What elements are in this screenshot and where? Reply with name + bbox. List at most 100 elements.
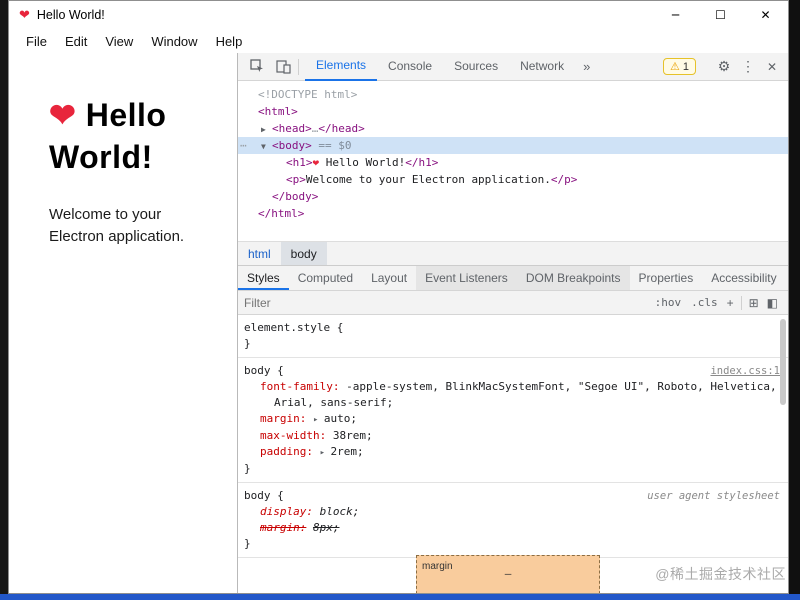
css-property[interactable]: margin: ▸ auto;: [244, 411, 780, 428]
css-property[interactable]: font-family: -apple-system, BlinkMacSyst…: [244, 379, 780, 411]
dom-token: == $0: [311, 139, 352, 152]
crumb-html[interactable]: html: [238, 242, 281, 265]
css-property-name[interactable]: margin:: [260, 412, 306, 425]
css-property[interactable]: padding: ▸ 2rem;: [244, 444, 780, 461]
tab-network[interactable]: Network: [509, 53, 575, 81]
taskbar-strip: [0, 594, 800, 600]
stylesheet-source-link[interactable]: index.css:1: [710, 363, 780, 379]
dom-tree-row[interactable]: <html>: [238, 103, 788, 120]
minimize-button[interactable]: ─: [653, 1, 698, 29]
css-property[interactable]: max-width: 38rem;: [244, 428, 780, 444]
rule-selector[interactable]: body: [244, 364, 271, 377]
warning-badge[interactable]: ⚠ 1: [663, 58, 696, 75]
menu-file[interactable]: File: [17, 34, 56, 49]
maximize-button[interactable]: ☐: [698, 1, 743, 29]
devtools-toolbar: Elements Console Sources Network » ⚠ 1 ⚙ …: [238, 53, 788, 81]
watermark: @稀土掘金技术社区: [655, 566, 786, 582]
tab-dom-breakpoints[interactable]: DOM Breakpoints: [516, 266, 630, 290]
tab-layout[interactable]: Layout: [362, 266, 416, 290]
styles-filter-bar: :hov .cls + ⊞ ◧: [238, 291, 788, 315]
css-property-name[interactable]: max-width:: [260, 429, 326, 442]
window-controls: ─ ☐ ✕: [653, 1, 788, 29]
heart-emoji: ❤: [49, 97, 77, 133]
devtools-close-icon[interactable]: ✕: [760, 60, 784, 74]
dom-token: <html>: [258, 105, 298, 118]
dom-token: <body>: [272, 139, 312, 152]
dom-token: <p>: [286, 173, 306, 186]
css-property-name[interactable]: display:: [260, 505, 313, 518]
stylesheet-source-link[interactable]: user agent stylesheet: [647, 488, 780, 504]
shorthand-expand-icon[interactable]: ▸: [313, 415, 324, 425]
menu-view[interactable]: View: [96, 34, 142, 49]
kebab-menu-icon[interactable]: ⋮: [736, 58, 760, 75]
css-property-value[interactable]: -apple-system, BlinkMacSystemFont, "Sego…: [274, 380, 777, 409]
menu-help[interactable]: Help: [207, 34, 252, 49]
dom-token: <h1>: [286, 156, 313, 169]
css-property-value[interactable]: auto;: [324, 412, 357, 425]
dom-token: <!DOCTYPE html>: [258, 88, 358, 101]
dom-tree-row[interactable]: </body>: [238, 188, 788, 205]
screen: ❤ Hello World! ─ ☐ ✕ File Edit View Wind…: [0, 0, 800, 600]
class-toggle[interactable]: .cls: [686, 296, 723, 309]
dom-tree-row[interactable]: <p>Welcome to your Electron application.…: [238, 171, 788, 188]
css-property-value[interactable]: 38rem;: [333, 429, 373, 442]
styles-scrollbar[interactable]: [780, 319, 786, 405]
tab-sources[interactable]: Sources: [443, 53, 509, 81]
dom-token: </h1>: [405, 156, 439, 169]
dom-tree-row[interactable]: ▶ <head>…</head>: [238, 120, 788, 137]
new-style-rule-icon[interactable]: +: [723, 296, 738, 310]
breadcrumb: html body: [238, 241, 788, 265]
hover-state-toggle[interactable]: :hov: [650, 296, 687, 309]
app-heart-icon: ❤: [19, 7, 30, 22]
more-tabs-icon[interactable]: »: [575, 59, 598, 74]
css-property-name[interactable]: font-family:: [260, 380, 339, 393]
style-rule: element.style {}: [238, 315, 788, 358]
dom-tree-row[interactable]: <h1>❤ Hello World!</h1>: [238, 154, 788, 171]
dom-tree-row[interactable]: </html>: [238, 205, 788, 222]
dom-tree-row[interactable]: <!DOCTYPE html>: [238, 86, 788, 103]
background-window-left: [0, 0, 8, 600]
css-property-value[interactable]: 8px;: [313, 521, 340, 534]
filter-divider: [740, 295, 742, 310]
computed-panel-icon[interactable]: ⊞: [745, 296, 763, 310]
rule-selector[interactable]: body: [244, 489, 271, 502]
warning-count: 1: [682, 60, 689, 73]
crumb-body[interactable]: body: [280, 242, 327, 265]
tab-computed[interactable]: Computed: [289, 266, 362, 290]
settings-gear-icon[interactable]: ⚙: [712, 58, 736, 75]
tab-elements[interactable]: Elements: [305, 53, 378, 81]
tab-styles[interactable]: Styles: [238, 266, 289, 290]
box-model-margin-top-value: –: [504, 567, 512, 580]
css-property[interactable]: display: block;: [244, 504, 780, 520]
background-window-right: [789, 0, 800, 600]
css-property-value[interactable]: block;: [320, 505, 360, 518]
styles-pane: element.style {} index.css:1 body {font-fa…: [238, 315, 788, 593]
close-button[interactable]: ✕: [743, 1, 788, 29]
css-property[interactable]: margin: 8px;: [244, 520, 780, 536]
tab-event-listeners[interactable]: Event Listeners: [416, 266, 517, 290]
expand-arrow-icon[interactable]: ▶: [261, 121, 266, 138]
shorthand-expand-icon[interactable]: ▸: [320, 448, 331, 458]
css-property-value[interactable]: 2rem;: [330, 445, 363, 458]
rule-selector[interactable]: element.style: [244, 321, 330, 334]
tab-console[interactable]: Console: [377, 53, 443, 81]
styles-sidebar-tabs: Styles Computed Layout Event Listeners D…: [238, 265, 788, 291]
menu-window[interactable]: Window: [142, 34, 206, 49]
rule-close-brace: }: [244, 337, 251, 350]
dom-token: Welcome to your Electron application.: [305, 173, 551, 186]
device-toolbar-icon[interactable]: [270, 54, 296, 80]
tab-accessibility[interactable]: Accessibility: [702, 266, 785, 290]
menu-edit[interactable]: Edit: [56, 34, 96, 49]
rule-header: index.css:1 body {: [244, 363, 780, 379]
dom-tree-row[interactable]: ⋯ ▼ <body> == $0: [238, 137, 788, 154]
styles-filter-input[interactable]: [244, 295, 650, 310]
css-property-name[interactable]: margin:: [260, 521, 306, 534]
dom-token: <head>: [272, 122, 312, 135]
electron-window: ❤ Hello World! ─ ☐ ✕ File Edit View Wind…: [8, 0, 789, 594]
box-model-margin[interactable]: margin –: [416, 555, 600, 593]
expand-arrow-icon[interactable]: ▼: [261, 138, 266, 155]
tab-properties[interactable]: Properties: [630, 266, 703, 290]
inspect-element-icon[interactable]: [244, 54, 270, 80]
css-property-name[interactable]: padding:: [260, 445, 313, 458]
sidebar-dock-icon[interactable]: ◧: [763, 296, 782, 310]
